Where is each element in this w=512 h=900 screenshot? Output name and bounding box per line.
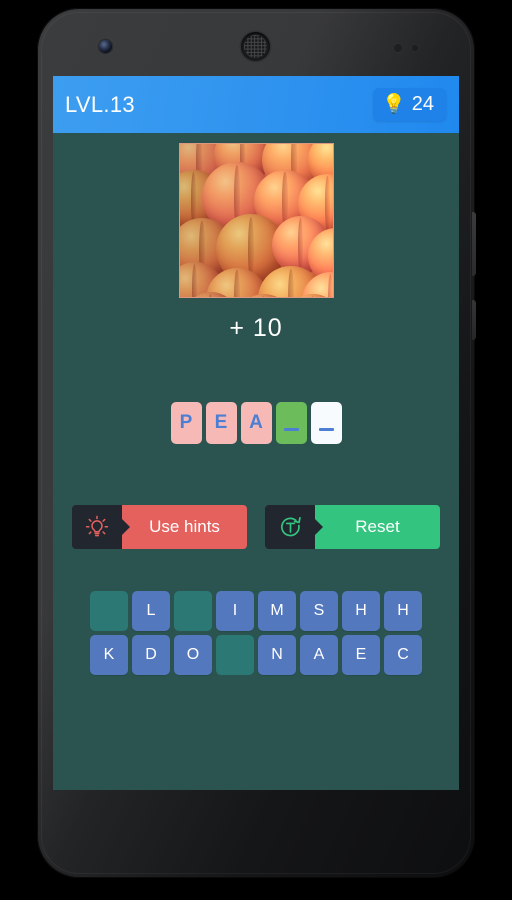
keyboard-key-used: [174, 591, 212, 631]
reset-circular-arrow-icon: [265, 505, 315, 549]
use-hints-button[interactable]: Use hints: [72, 505, 247, 549]
keyboard-key-l[interactable]: L: [132, 591, 170, 631]
proximity-sensor-icon: [394, 44, 402, 52]
light-sensor-icon: [412, 45, 418, 51]
power-button[interactable]: [472, 212, 476, 276]
screenshot-root: LVL.13 💡 24 + 10 PEA Use hints Reset L I…: [0, 0, 512, 900]
hint-count-label: 24: [411, 93, 434, 115]
answer-slot-5[interactable]: [310, 402, 342, 444]
keyboard-key-d[interactable]: D: [132, 635, 170, 675]
front-camera-icon: [99, 40, 112, 53]
slot-underscore-icon: [283, 428, 299, 431]
phone-screen: LVL.13 💡 24 + 10 PEA Use hints Reset L I…: [53, 76, 459, 790]
lightbulb-icon: 💡: [382, 94, 406, 115]
answer-slot-2[interactable]: E: [205, 402, 237, 444]
app-bar: LVL.13 💡 24: [53, 76, 459, 133]
earpiece-speaker-icon: [241, 32, 270, 61]
answer-slot-4[interactable]: [275, 402, 307, 444]
keyboard-key-o[interactable]: O: [174, 635, 212, 675]
keyboard-key-c[interactable]: C: [384, 635, 422, 675]
lightbulb-outline-icon: [72, 505, 122, 549]
puzzle-image: [178, 143, 334, 298]
keyboard-key-s[interactable]: S: [300, 591, 338, 631]
answer-slots: PEA: [53, 402, 459, 444]
level-label: LVL.13: [65, 91, 135, 117]
keyboard-key-used: [90, 591, 128, 631]
hint-counter-badge[interactable]: 💡 24: [373, 88, 446, 121]
keyboard-key-used: [216, 635, 254, 675]
keyboard-key-k[interactable]: K: [90, 635, 128, 675]
keyboard-key-n[interactable]: N: [258, 635, 296, 675]
reset-label: Reset: [315, 505, 440, 549]
reset-button[interactable]: Reset: [265, 505, 440, 549]
keyboard-key-i[interactable]: I: [216, 591, 254, 631]
volume-button[interactable]: [472, 300, 476, 340]
answer-slot-3[interactable]: A: [240, 402, 272, 444]
puzzle-image-container: [53, 143, 459, 298]
keyboard-key-h[interactable]: H: [342, 591, 380, 631]
score-label: + 10: [229, 314, 283, 342]
answer-slot-1[interactable]: P: [170, 402, 202, 444]
keyboard-key-m[interactable]: M: [258, 591, 296, 631]
slot-underscore-icon: [318, 428, 334, 431]
keyboard-key-e[interactable]: E: [342, 635, 380, 675]
use-hints-label: Use hints: [122, 505, 247, 549]
keyboard-key-h[interactable]: H: [384, 591, 422, 631]
keyboard-key-a[interactable]: A: [300, 635, 338, 675]
letter-keyboard: LIMSHHKDONAEC: [53, 591, 459, 675]
action-buttons: Use hints Reset: [53, 505, 459, 549]
keyboard-row-2: KDO NAEC: [90, 635, 422, 675]
keyboard-row-1: LIMSHH: [90, 591, 422, 631]
